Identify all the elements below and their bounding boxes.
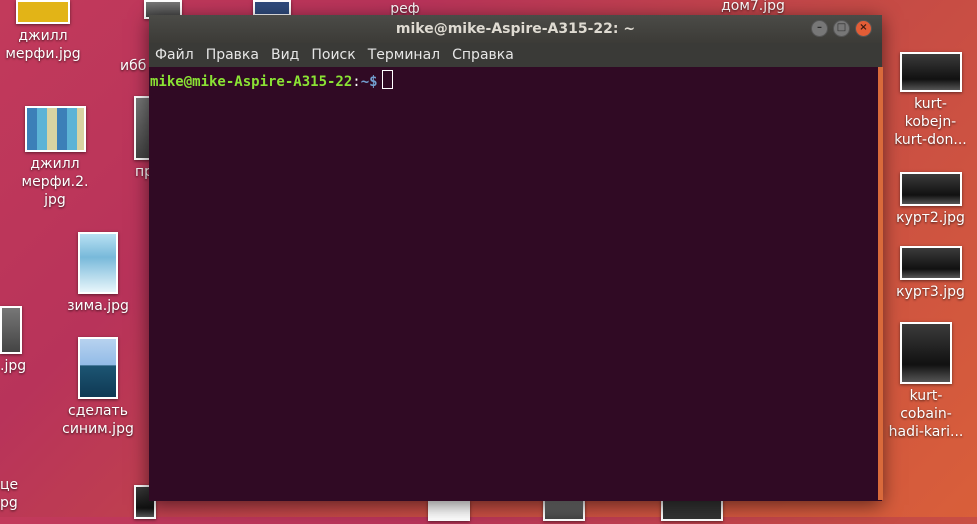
- desktop-icon-label: сделать синим.jpg: [62, 403, 134, 437]
- minimize-icon[interactable]: –: [811, 20, 828, 37]
- terminal-menubar: Файл Правка Вид Поиск Терминал Справка: [149, 43, 882, 67]
- menu-edit[interactable]: Правка: [206, 47, 259, 63]
- desktop-icon-label: .jpg: [0, 358, 27, 374]
- desktop-icon-kurt-kobejn[interactable]: kurt- kobejn- kurt-don...: [884, 52, 977, 149]
- desktop-icon-bottom-left[interactable]: це pg: [0, 476, 28, 512]
- terminal-window[interactable]: mike@mike-Aspire-A315-22: ~ – □ × Файл П…: [149, 15, 882, 501]
- desktop-icon-bottom-3[interactable]: [660, 499, 724, 524]
- terminal-scroll-edge: [878, 67, 883, 500]
- desktop-icon-label: ибб: [120, 58, 147, 74]
- desktop-icon-label: джилл мерфи.jpg: [5, 28, 81, 62]
- image-thumbnail: [900, 322, 952, 384]
- desktop-icon-kurt2[interactable]: курт2.jpg: [884, 172, 977, 227]
- image-thumbnail: [899, 52, 962, 92]
- image-thumbnail: [899, 246, 962, 280]
- desktop-icon-kurt3[interactable]: курт3.jpg: [884, 246, 977, 301]
- desktop-icon-winter[interactable]: зима.jpg: [58, 232, 138, 315]
- prompt-separator: :: [352, 74, 361, 90]
- desktop-icon-label: kurt- kobejn- kurt-don...: [894, 96, 967, 148]
- image-thumbnail: [16, 0, 70, 24]
- maximize-icon[interactable]: □: [833, 20, 850, 37]
- image-thumbnail: [78, 232, 118, 294]
- image-thumbnail: [543, 499, 585, 521]
- desktop-icon-label: джилл мерфи.2. jpg: [21, 156, 89, 208]
- desktop-icon-partial-left[interactable]: .jpg: [0, 306, 28, 375]
- menu-view[interactable]: Вид: [271, 47, 299, 63]
- desktop-icon-label: kurt- cobain- hadi-kari...: [888, 388, 964, 440]
- menu-search[interactable]: Поиск: [311, 47, 355, 63]
- image-thumbnail: [24, 106, 86, 152]
- image-thumbnail: [661, 499, 723, 521]
- desktop-icon-jill-murphy-2[interactable]: джилл мерфи.2. jpg: [15, 106, 95, 209]
- desktop-icon-dom7[interactable]: дом7.jpg: [718, 0, 788, 15]
- close-icon[interactable]: ×: [855, 20, 872, 37]
- desktop-icon-label: зима.jpg: [67, 298, 129, 314]
- image-thumbnail: [899, 172, 962, 206]
- menu-file[interactable]: Файл: [155, 47, 194, 63]
- desktop-icon-label: курт2.jpg: [896, 210, 965, 226]
- window-controls: – □ ×: [811, 20, 872, 37]
- image-thumbnail: [428, 500, 470, 521]
- prompt-user: mike@mike-Aspire-A315-22: [150, 74, 353, 90]
- image-thumbnail: [0, 306, 22, 354]
- menu-help[interactable]: Справка: [452, 47, 514, 63]
- menu-terminal[interactable]: Терминал: [368, 47, 440, 63]
- window-titlebar[interactable]: mike@mike-Aspire-A315-22: ~ – □ ×: [149, 15, 882, 43]
- image-thumbnail: [78, 337, 118, 399]
- desktop-icon-jill-murphy[interactable]: джилл мерфи.jpg: [3, 0, 83, 63]
- window-title: mike@mike-Aspire-A315-22: ~: [395, 21, 636, 37]
- prompt-path: ~$: [360, 74, 378, 90]
- desktop-icon-label: курт3.jpg: [896, 284, 965, 300]
- desktop-icon-label: це pg: [0, 477, 19, 511]
- desktop-icon-ibb[interactable]: ибб: [120, 0, 182, 75]
- desktop-icon-make-blue[interactable]: сделать синим.jpg: [58, 337, 138, 438]
- image-thumbnail: [253, 0, 291, 16]
- terminal-content[interactable]: mike@mike-Aspire-A315-22:~$: [149, 67, 882, 93]
- desktop-icon-bottom-2[interactable]: [543, 499, 585, 524]
- desktop-icon-kurt-cobain[interactable]: kurt- cobain- hadi-kari...: [878, 322, 974, 441]
- terminal-cursor: [381, 70, 393, 89]
- desktop-icon-label: дом7.jpg: [721, 0, 785, 14]
- desktop-icon-bottom-1[interactable]: [428, 500, 470, 524]
